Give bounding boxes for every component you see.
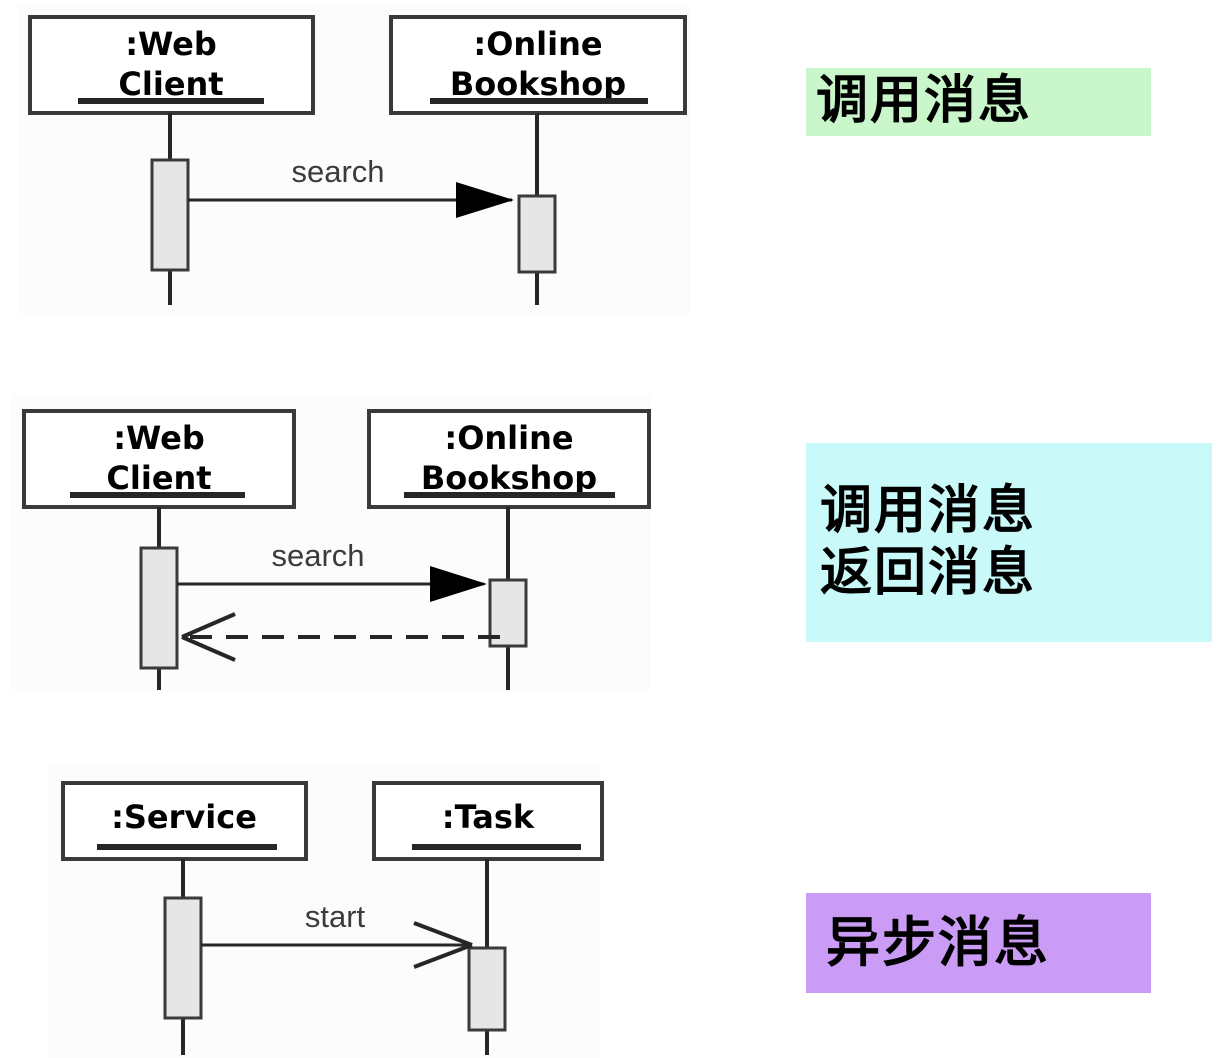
sequence-diagram-call-message: :Web Client :Online Bookshop search xyxy=(0,0,760,330)
async-arrowhead-lower xyxy=(413,943,473,969)
lifeline-name-line2: Client xyxy=(106,459,211,497)
annotation-call-return-message: 调用消息 返回消息 xyxy=(806,443,1212,642)
lifeline-head-web-client: :Web Client xyxy=(22,409,296,509)
lifeline-head-task: :Task xyxy=(372,781,604,861)
return-arrowhead-upper xyxy=(181,612,236,639)
annotation-line: 返回消息 xyxy=(820,542,1037,603)
annotation-line: 异步消息 xyxy=(826,911,1050,975)
activation-bar-web-client xyxy=(150,158,190,272)
return-arrowhead-lower xyxy=(181,635,236,662)
message-search: search xyxy=(177,538,487,602)
lifeline-name-line1: :Online xyxy=(444,419,573,457)
lifeline-head-online-bookshop: :Online Bookshop xyxy=(389,15,687,115)
annotation-line: 调用消息 xyxy=(820,481,1037,542)
lifeline-name-line2: Client xyxy=(118,65,223,103)
annotation-line: 调用消息 xyxy=(816,71,1033,132)
sequence-diagram-call-return-message: :Web Client :Online Bookshop search xyxy=(0,390,760,710)
message-label: search xyxy=(271,538,364,573)
message-arrowhead-filled xyxy=(430,566,487,602)
message-arrowhead-filled xyxy=(456,182,514,218)
message-label: search xyxy=(291,154,384,189)
annotation-call-message: 调用消息 xyxy=(806,68,1151,136)
lifeline-head-online-bookshop: :Online Bookshop xyxy=(367,409,651,509)
lifeline-name-line1: :Web xyxy=(125,25,217,63)
lifeline-name-line1: :Task xyxy=(442,798,535,836)
sequence-diagram-async-message: :Service :Task start xyxy=(0,755,760,1058)
message-return xyxy=(181,612,500,662)
lifeline-name-line1: :Web xyxy=(113,419,205,457)
activation-bar-web-client xyxy=(139,546,179,670)
lifeline-name-line1: :Online xyxy=(473,25,602,63)
message-start: start xyxy=(201,899,473,969)
lifeline-name-line2: Bookshop xyxy=(450,65,626,103)
lifeline-head-web-client: :Web Client xyxy=(28,15,315,115)
lifeline-head-service: :Service xyxy=(61,781,308,861)
async-arrowhead-upper xyxy=(413,921,473,947)
lifeline-name-line2: Bookshop xyxy=(421,459,597,497)
annotation-async-message: 异步消息 xyxy=(806,893,1151,993)
activation-bar-task xyxy=(467,946,507,1032)
lifeline-name-line1: :Service xyxy=(111,798,257,836)
message-label: start xyxy=(305,899,366,934)
message-search: search xyxy=(188,154,514,218)
activation-bar-online-bookshop xyxy=(517,194,557,274)
activation-bar-service xyxy=(163,896,203,1020)
